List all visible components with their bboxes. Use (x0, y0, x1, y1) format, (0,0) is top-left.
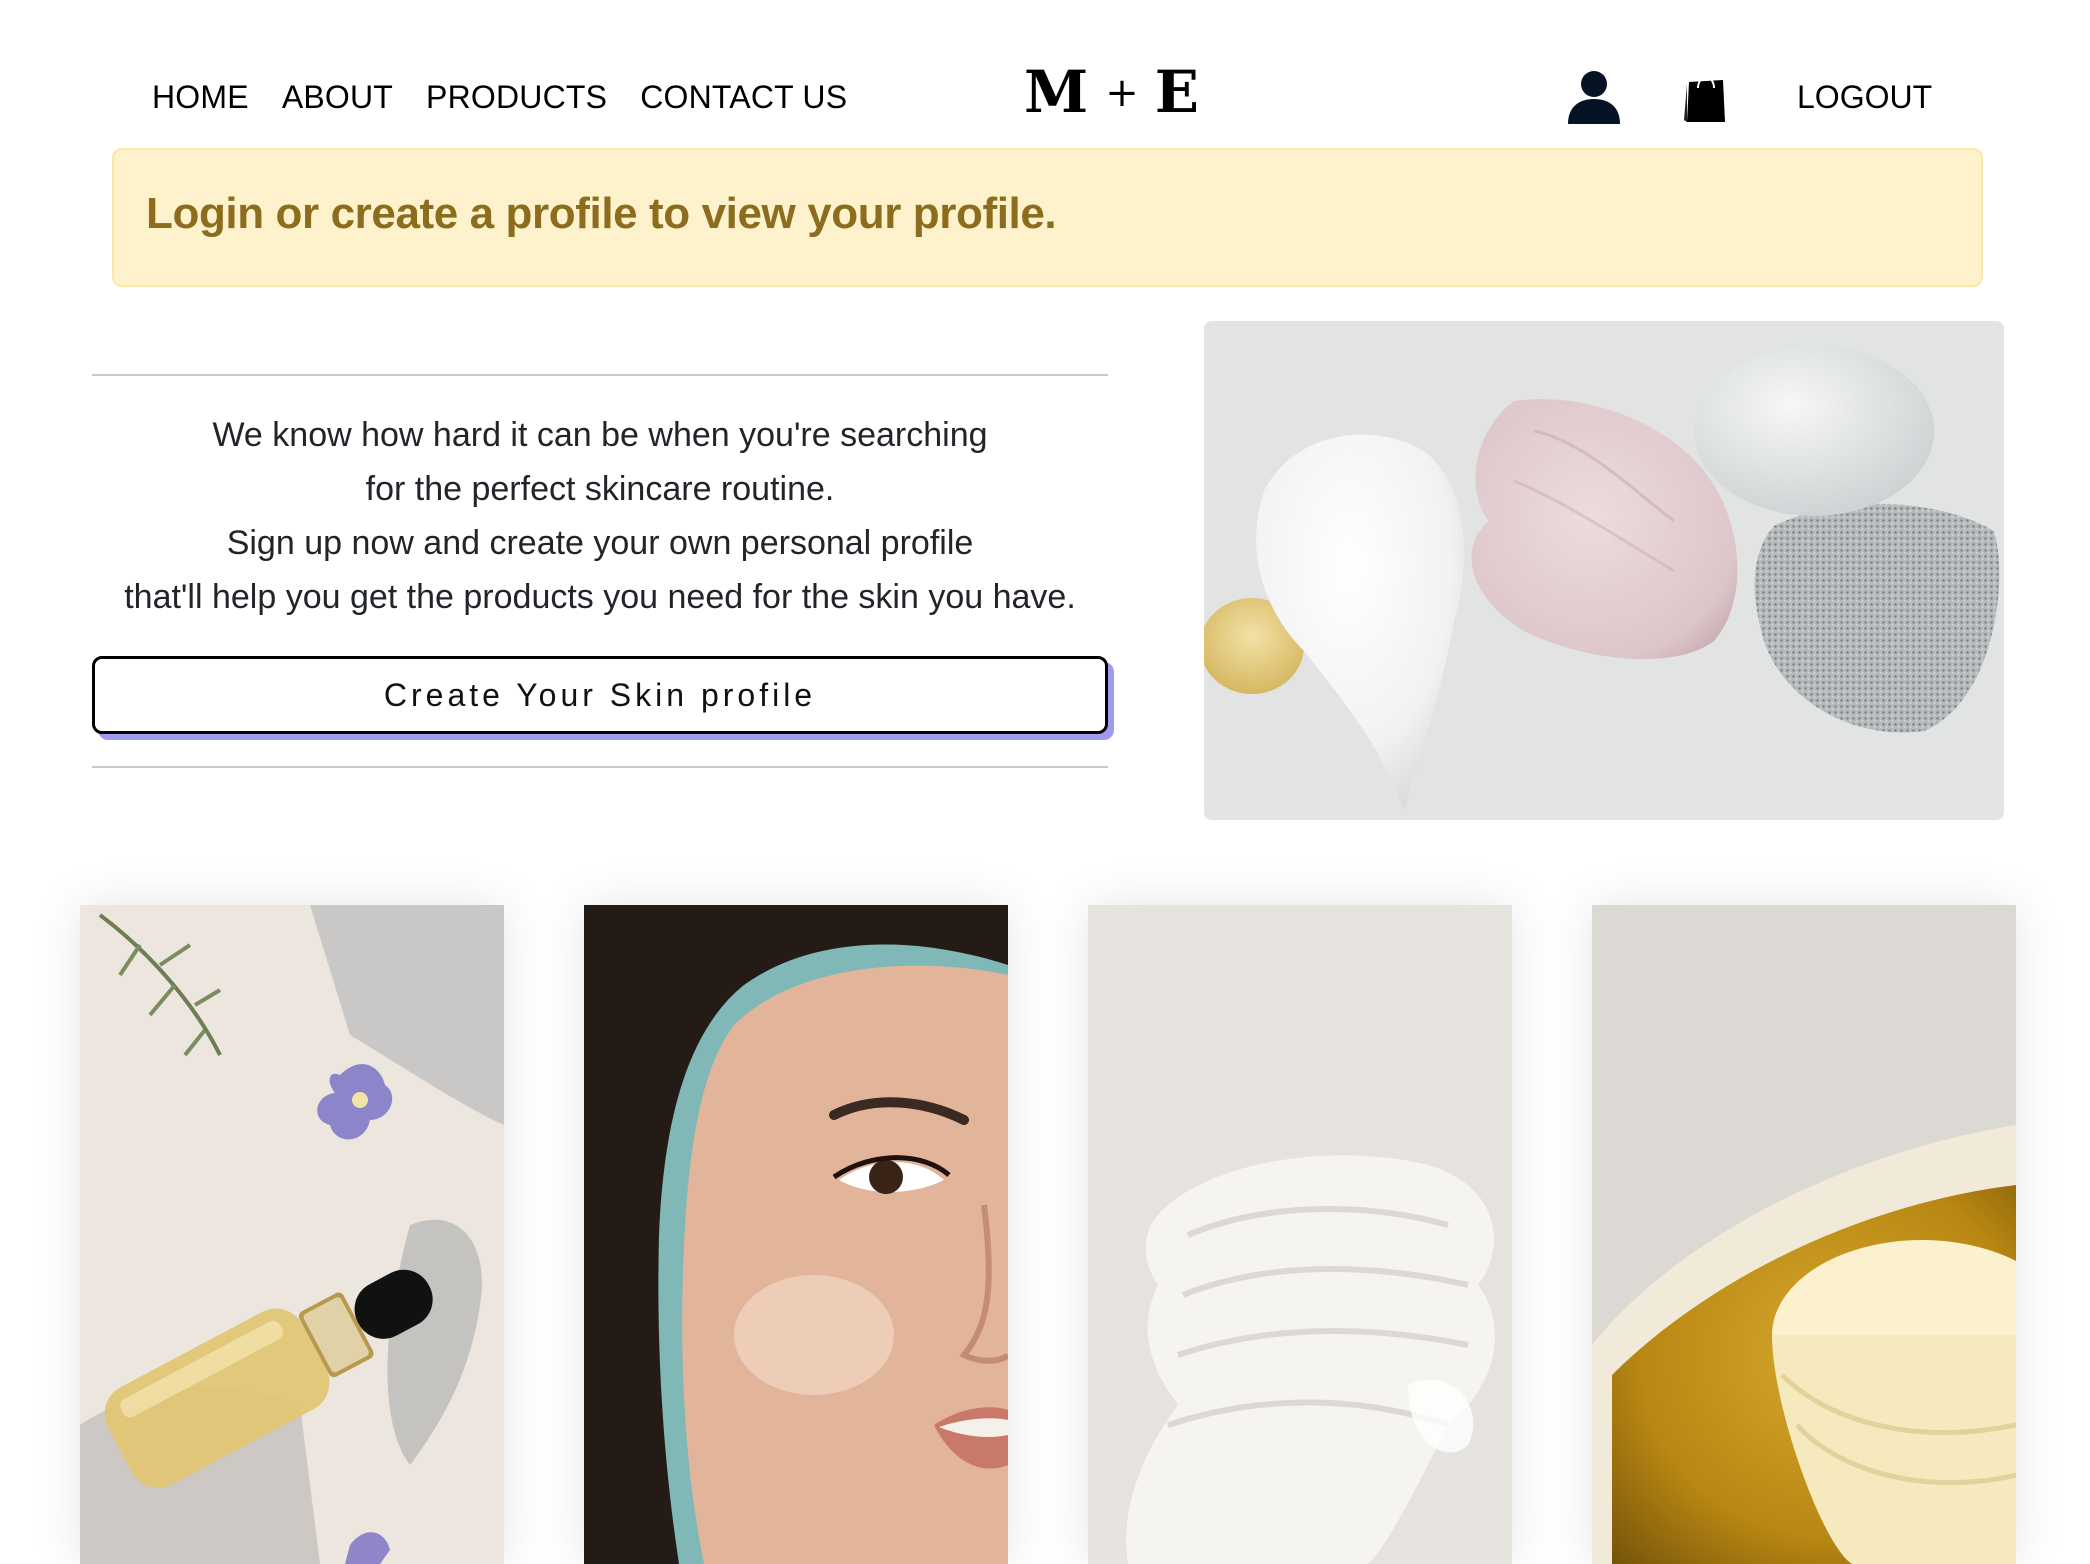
nav-link-about[interactable]: ABOUT (282, 77, 393, 117)
divider-bottom (92, 766, 1108, 768)
login-alert: Login or create a profile to view your p… (112, 148, 1983, 287)
user-icon[interactable] (1566, 68, 1622, 124)
logo-letter-right: E (1154, 58, 1200, 126)
intro-text: We know how hard it can be when you're s… (92, 408, 1108, 624)
nav-link-contact-us[interactable]: CONTACT US (640, 77, 847, 117)
alert-message: Login or create a profile to view your p… (146, 189, 1057, 238)
nav-link-products[interactable]: PRODUCTS (426, 77, 607, 117)
intro-line-3: Sign up now and create your own personal… (226, 524, 974, 562)
intro-line-1: We know how hard it can be when you're s… (212, 416, 988, 454)
brand-logo[interactable]: M + E (1024, 58, 1200, 126)
intro-line-4: that'll help you get the products you ne… (124, 578, 1076, 616)
white-cream-swatch-image[interactable] (1088, 905, 1512, 1564)
nav-links: HOME ABOUT PRODUCTS CONTACT US (152, 77, 880, 117)
top-navbar: HOME ABOUT PRODUCTS CONTACT US M + E LOG… (0, 0, 2090, 150)
nav-link-home[interactable]: HOME (152, 77, 249, 117)
cream-texture-swatches-image (1204, 321, 2004, 820)
woman-face-glowing-skin-image[interactable] (584, 905, 1008, 1564)
create-skin-profile-button[interactable]: Create Your Skin profile (92, 656, 1108, 734)
serum-dropper-and-flowers-image[interactable] (80, 905, 504, 1564)
logout-link[interactable]: LOGOUT (1797, 77, 1932, 117)
logo-letter-left: M (1024, 58, 1090, 126)
logo-plus: + (1105, 70, 1139, 116)
yellow-balm-jar-image[interactable] (1592, 905, 2016, 1564)
shopping-bag-icon[interactable] (1683, 68, 1729, 124)
intro-line-2: for the perfect skincare routine. (365, 470, 835, 508)
divider-top (92, 374, 1108, 376)
